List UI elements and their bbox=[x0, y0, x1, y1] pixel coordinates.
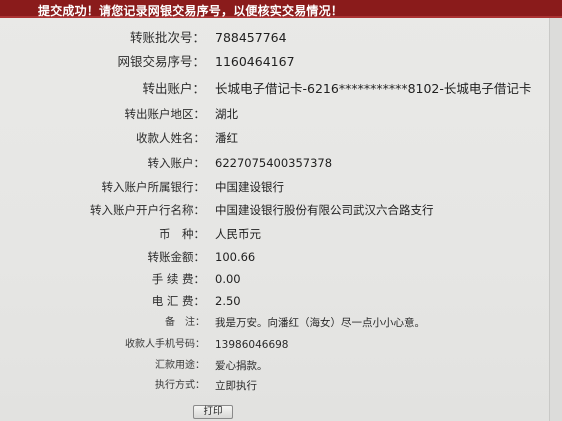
source-region-label: 转出账户地区： bbox=[124, 107, 206, 121]
row-transfer-amount: 转账金额： 100.66 bbox=[0, 247, 562, 267]
target-branch-label: 转入账户开户行名称： bbox=[90, 203, 205, 217]
print-button[interactable]: 打印 bbox=[193, 405, 233, 419]
purpose-value: 爱心捐款。 bbox=[215, 360, 268, 372]
service-fee-value: 0.00 bbox=[215, 272, 241, 286]
row-purpose: 汇款用途： 爱心捐款。 bbox=[0, 356, 562, 376]
transaction-serial-value: 1160464167 bbox=[215, 54, 295, 69]
source-region-value: 湖北 bbox=[215, 107, 238, 121]
success-message: 提交成功！请您记录网银交易序号，以便核实交易情况！ bbox=[38, 4, 344, 18]
row-source-account: 转出账户： 长城电子借记卡-6216***********8102-长城电子借记… bbox=[0, 79, 562, 99]
payee-phone-label: 收款人手机号码： bbox=[125, 339, 205, 350]
target-account-label: 转入账户： bbox=[147, 156, 206, 170]
payee-phone-value: 13986046698 bbox=[215, 339, 289, 351]
source-account-label: 转出账户： bbox=[142, 81, 205, 96]
currency-label: 币 种： bbox=[159, 227, 205, 241]
row-source-region: 转出账户地区： 湖北 bbox=[0, 104, 562, 124]
row-execution-mode: 执行方式： 立即执行 bbox=[0, 376, 562, 396]
execution-mode-value: 立即执行 bbox=[215, 380, 257, 392]
transfer-amount-value: 100.66 bbox=[215, 250, 256, 264]
target-account-value: 6227075400357378 bbox=[215, 156, 333, 170]
target-bank-value: 中国建设银行 bbox=[215, 180, 284, 194]
wire-fee-value: 2.50 bbox=[215, 294, 241, 308]
row-wire-fee: 电 汇 费： 2.50 bbox=[0, 291, 562, 311]
batch-number-value: 788457764 bbox=[215, 30, 287, 45]
row-service-fee: 手 续 费： 0.00 bbox=[0, 269, 562, 289]
wire-fee-label: 电 汇 费： bbox=[151, 294, 205, 308]
execution-mode-label: 执行方式： bbox=[155, 380, 205, 391]
row-target-bank: 转入账户所属银行： 中国建设银行 bbox=[0, 177, 562, 197]
row-batch-number: 转账批次号： 788457764 bbox=[0, 28, 562, 48]
transaction-serial-label: 网银交易序号： bbox=[117, 54, 205, 69]
row-remarks: 备 注： 我是万安。向潘红（海女）尽一点小小心意。 bbox=[0, 313, 562, 333]
target-bank-label: 转入账户所属银行： bbox=[101, 180, 206, 194]
remarks-value: 我是万安。向潘红（海女）尽一点小小心意。 bbox=[215, 317, 425, 329]
row-payee-phone: 收款人手机号码： 13986046698 bbox=[0, 335, 562, 355]
transfer-amount-label: 转账金额： bbox=[147, 250, 206, 264]
vertical-scrollbar[interactable] bbox=[549, 18, 562, 421]
purpose-label: 汇款用途： bbox=[155, 360, 205, 371]
source-account-value: 长城电子借记卡-6216***********8102-长城电子借记卡 bbox=[215, 81, 532, 96]
remarks-label: 备 注： bbox=[165, 317, 205, 328]
batch-number-label: 转账批次号： bbox=[129, 30, 205, 45]
row-payee-name: 收款人姓名： 潘红 bbox=[0, 128, 562, 148]
service-fee-label: 手 续 费： bbox=[151, 272, 205, 286]
payee-name-value: 潘红 bbox=[215, 131, 238, 145]
success-banner: 提交成功！请您记录网银交易序号，以便核实交易情况！ bbox=[0, 0, 562, 18]
currency-value: 人民币元 bbox=[215, 227, 261, 241]
row-target-branch: 转入账户开户行名称： 中国建设银行股份有限公司武汉六合路支行 bbox=[0, 200, 562, 220]
target-branch-value: 中国建设银行股份有限公司武汉六合路支行 bbox=[215, 203, 434, 217]
payee-name-label: 收款人姓名： bbox=[136, 131, 205, 145]
transfer-result-page: 提交成功！请您记录网银交易序号，以便核实交易情况！ 转账批次号： 7884577… bbox=[0, 0, 562, 421]
row-transaction-serial: 网银交易序号： 1160464167 bbox=[0, 52, 562, 72]
row-currency: 币 种： 人民币元 bbox=[0, 224, 562, 244]
row-target-account: 转入账户： 6227075400357378 bbox=[0, 153, 562, 173]
